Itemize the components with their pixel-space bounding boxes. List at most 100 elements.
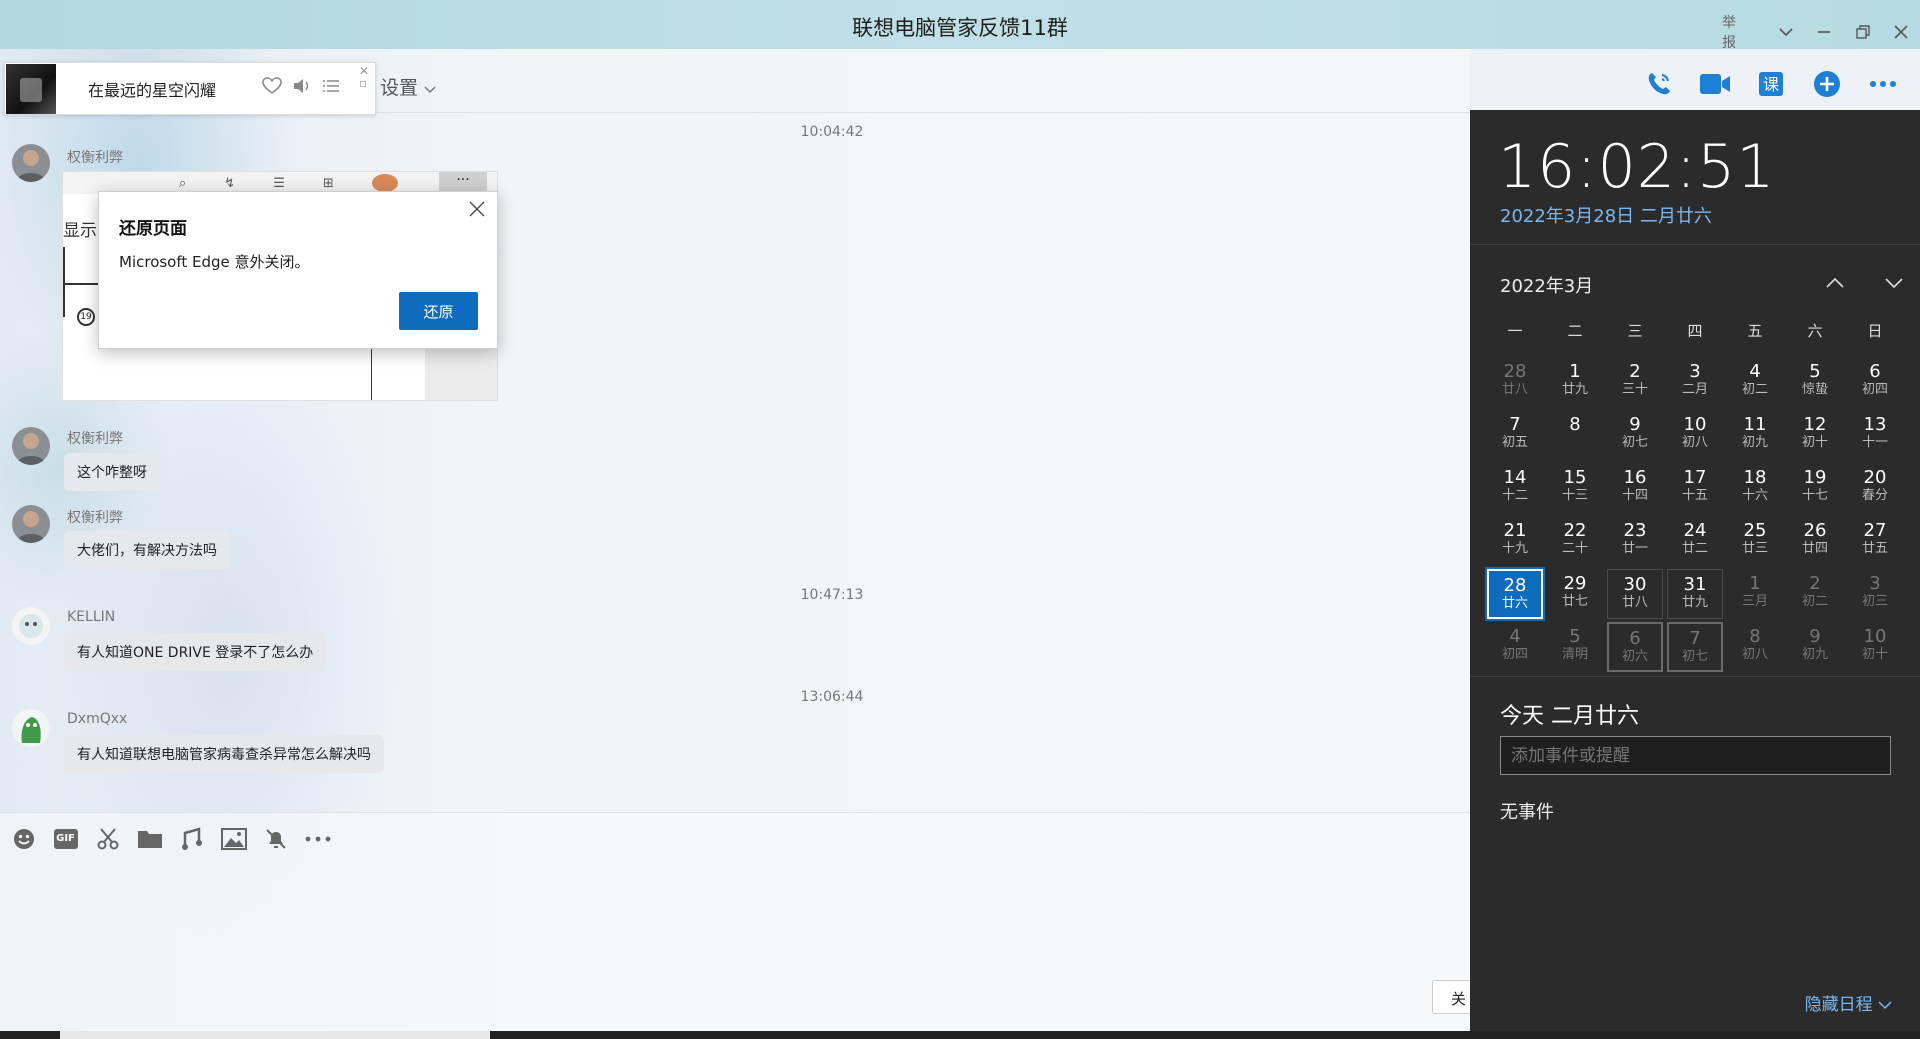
- avatar[interactable]: [12, 144, 50, 182]
- calendar-day[interactable]: 9 初七: [1607, 410, 1663, 460]
- calendar-day-today[interactable]: 28 廿六: [1485, 567, 1545, 621]
- prev-month-icon[interactable]: [1815, 268, 1855, 298]
- video-icon[interactable]: [1698, 67, 1732, 101]
- calendar-day[interactable]: 27 廿五: [1847, 516, 1903, 566]
- calendar-day[interactable]: 3 初三: [1847, 569, 1903, 619]
- taskbar-item[interactable]: [60, 1031, 490, 1039]
- sender-name[interactable]: 权衡利弊: [67, 147, 123, 167]
- day-number: 23: [1623, 520, 1647, 541]
- calendar-day[interactable]: 30 廿八: [1607, 569, 1663, 619]
- calendar-day[interactable]: 2 初二: [1787, 569, 1843, 619]
- month-label[interactable]: 2022年3月: [1500, 272, 1593, 298]
- gif-icon[interactable]: GIF: [52, 825, 79, 852]
- message-bubble[interactable]: 这个咋整呀: [64, 453, 160, 491]
- calendar-day[interactable]: 4 初四: [1487, 622, 1543, 672]
- minimize-icon[interactable]: [1805, 20, 1843, 44]
- day-number: 14: [1503, 467, 1527, 488]
- close-icon[interactable]: [465, 200, 489, 224]
- calendar-day[interactable]: 5 惊蛰: [1787, 357, 1843, 407]
- sender-name[interactable]: DxmQxx: [67, 711, 127, 727]
- calendar-day[interactable]: 20 春分: [1847, 463, 1903, 513]
- calendar-day[interactable]: 2 三十: [1607, 357, 1663, 407]
- calendar-day[interactable]: 6 初六: [1607, 622, 1663, 672]
- calendar-day[interactable]: 7 初七: [1667, 622, 1723, 672]
- add-event-input[interactable]: [1500, 736, 1891, 775]
- folder-icon[interactable]: [136, 825, 163, 852]
- message-input-area[interactable]: GIF: [0, 812, 1470, 1034]
- class-icon[interactable]: 课: [1754, 67, 1788, 101]
- more-icon[interactable]: [1866, 67, 1900, 101]
- calendar-day[interactable]: 24 廿二: [1667, 516, 1723, 566]
- message-bubble[interactable]: 大佬们，有解决方法吗: [64, 531, 230, 569]
- calendar-day[interactable]: 11 初九: [1727, 410, 1783, 460]
- calendar-day[interactable]: 9 初九: [1787, 622, 1843, 672]
- calendar-day[interactable]: 29 廿七: [1547, 569, 1603, 619]
- message-bubble[interactable]: 有人知道联想电脑管家病毒查杀异常怎么解决吗: [64, 735, 384, 773]
- album-cover[interactable]: [6, 63, 56, 114]
- calendar-day[interactable]: 10 初十: [1847, 622, 1903, 672]
- playlist-icon[interactable]: [322, 78, 340, 99]
- chevron-down-icon[interactable]: [1767, 20, 1805, 44]
- calendar-day[interactable]: 16 十四: [1607, 463, 1663, 513]
- restore-icon[interactable]: [1843, 20, 1881, 44]
- calendar-day[interactable]: 31 廿九: [1667, 569, 1723, 619]
- calendar-day[interactable]: 6 初四: [1847, 357, 1903, 407]
- calendar-day[interactable]: 8 初八: [1727, 622, 1783, 672]
- calendar-day[interactable]: 10 初八: [1667, 410, 1723, 460]
- avatar[interactable]: [12, 427, 50, 465]
- restore-button[interactable]: 还原: [399, 292, 478, 330]
- mute-bell-icon[interactable]: [262, 825, 289, 852]
- calendar-day[interactable]: 13 十一: [1847, 410, 1903, 460]
- calendar-day[interactable]: 7 初五: [1487, 410, 1543, 460]
- avatar[interactable]: [12, 505, 50, 543]
- lunar-date: 初九: [1741, 435, 1768, 450]
- more-icon[interactable]: [304, 825, 331, 852]
- calendar-day[interactable]: 19 十七: [1787, 463, 1843, 513]
- day-number: 2: [1809, 573, 1821, 594]
- avatar[interactable]: [12, 607, 50, 645]
- sender-name[interactable]: 权衡利弊: [67, 507, 123, 527]
- emoji-icon[interactable]: [10, 825, 37, 852]
- calendar-day[interactable]: 4 初二: [1727, 357, 1783, 407]
- taskbar: [0, 1031, 1920, 1039]
- close-chat-button[interactable]: 关: [1432, 980, 1472, 1014]
- calendar-day[interactable]: 8: [1547, 410, 1603, 460]
- calendar-day[interactable]: 1 三月: [1727, 569, 1783, 619]
- next-month-icon[interactable]: [1874, 268, 1914, 298]
- close-icon[interactable]: [1882, 20, 1920, 44]
- message-bubble[interactable]: 有人知道ONE DRIVE 登录不了怎么办: [64, 633, 327, 671]
- add-icon[interactable]: [1810, 67, 1844, 101]
- calendar-flyout: 16:02:51 2022年3月28日 二月廿六 2022年3月 一 二 三 四 五 六 日…: [1470, 110, 1920, 1031]
- image-icon[interactable]: [220, 825, 247, 852]
- calendar-day[interactable]: 25 廿三: [1727, 516, 1783, 566]
- calendar-day[interactable]: 3 二月: [1667, 357, 1723, 407]
- calendar-day[interactable]: 21 十九: [1487, 516, 1543, 566]
- calendar-day[interactable]: 1 廿九: [1547, 357, 1603, 407]
- full-date-link[interactable]: 2022年3月28日 二月廿六: [1500, 202, 1712, 228]
- avatar[interactable]: [12, 709, 50, 747]
- phone-icon[interactable]: [1642, 67, 1676, 101]
- calendar-day[interactable]: 15 十三: [1547, 463, 1603, 513]
- hide-agenda-button[interactable]: 隐藏日程: [1805, 990, 1892, 1015]
- calendar-day[interactable]: 12 初十: [1787, 410, 1843, 460]
- calendar-day[interactable]: 14 十二: [1487, 463, 1543, 513]
- calendar-day[interactable]: 5 清明: [1547, 622, 1603, 672]
- day-number: 4: [1749, 361, 1761, 382]
- music-note-icon[interactable]: [178, 825, 205, 852]
- calendar-day[interactable]: 22 二十: [1547, 516, 1603, 566]
- sender-name[interactable]: KELLIN: [67, 609, 115, 625]
- sender-name[interactable]: 权衡利弊: [67, 428, 123, 448]
- volume-icon[interactable]: [292, 77, 312, 100]
- music-close-icon[interactable]: ✕ ▫: [359, 65, 369, 89]
- music-player-widget[interactable]: 在最远的星空闪耀 ✕ ▫: [4, 62, 376, 115]
- calendar-day[interactable]: 26 廿四: [1787, 516, 1843, 566]
- calendar-day[interactable]: 17 十五: [1667, 463, 1723, 513]
- settings-menu[interactable]: 设置: [380, 73, 436, 100]
- heart-icon[interactable]: [262, 77, 282, 100]
- day-number: 2: [1629, 361, 1641, 382]
- calendar-day[interactable]: 28 廿八: [1487, 357, 1543, 407]
- calendar-day[interactable]: 18 十六: [1727, 463, 1783, 513]
- report-button[interactable]: 举报: [1722, 12, 1749, 52]
- calendar-day[interactable]: 23 廿一: [1607, 516, 1663, 566]
- scissors-icon[interactable]: [94, 825, 121, 852]
